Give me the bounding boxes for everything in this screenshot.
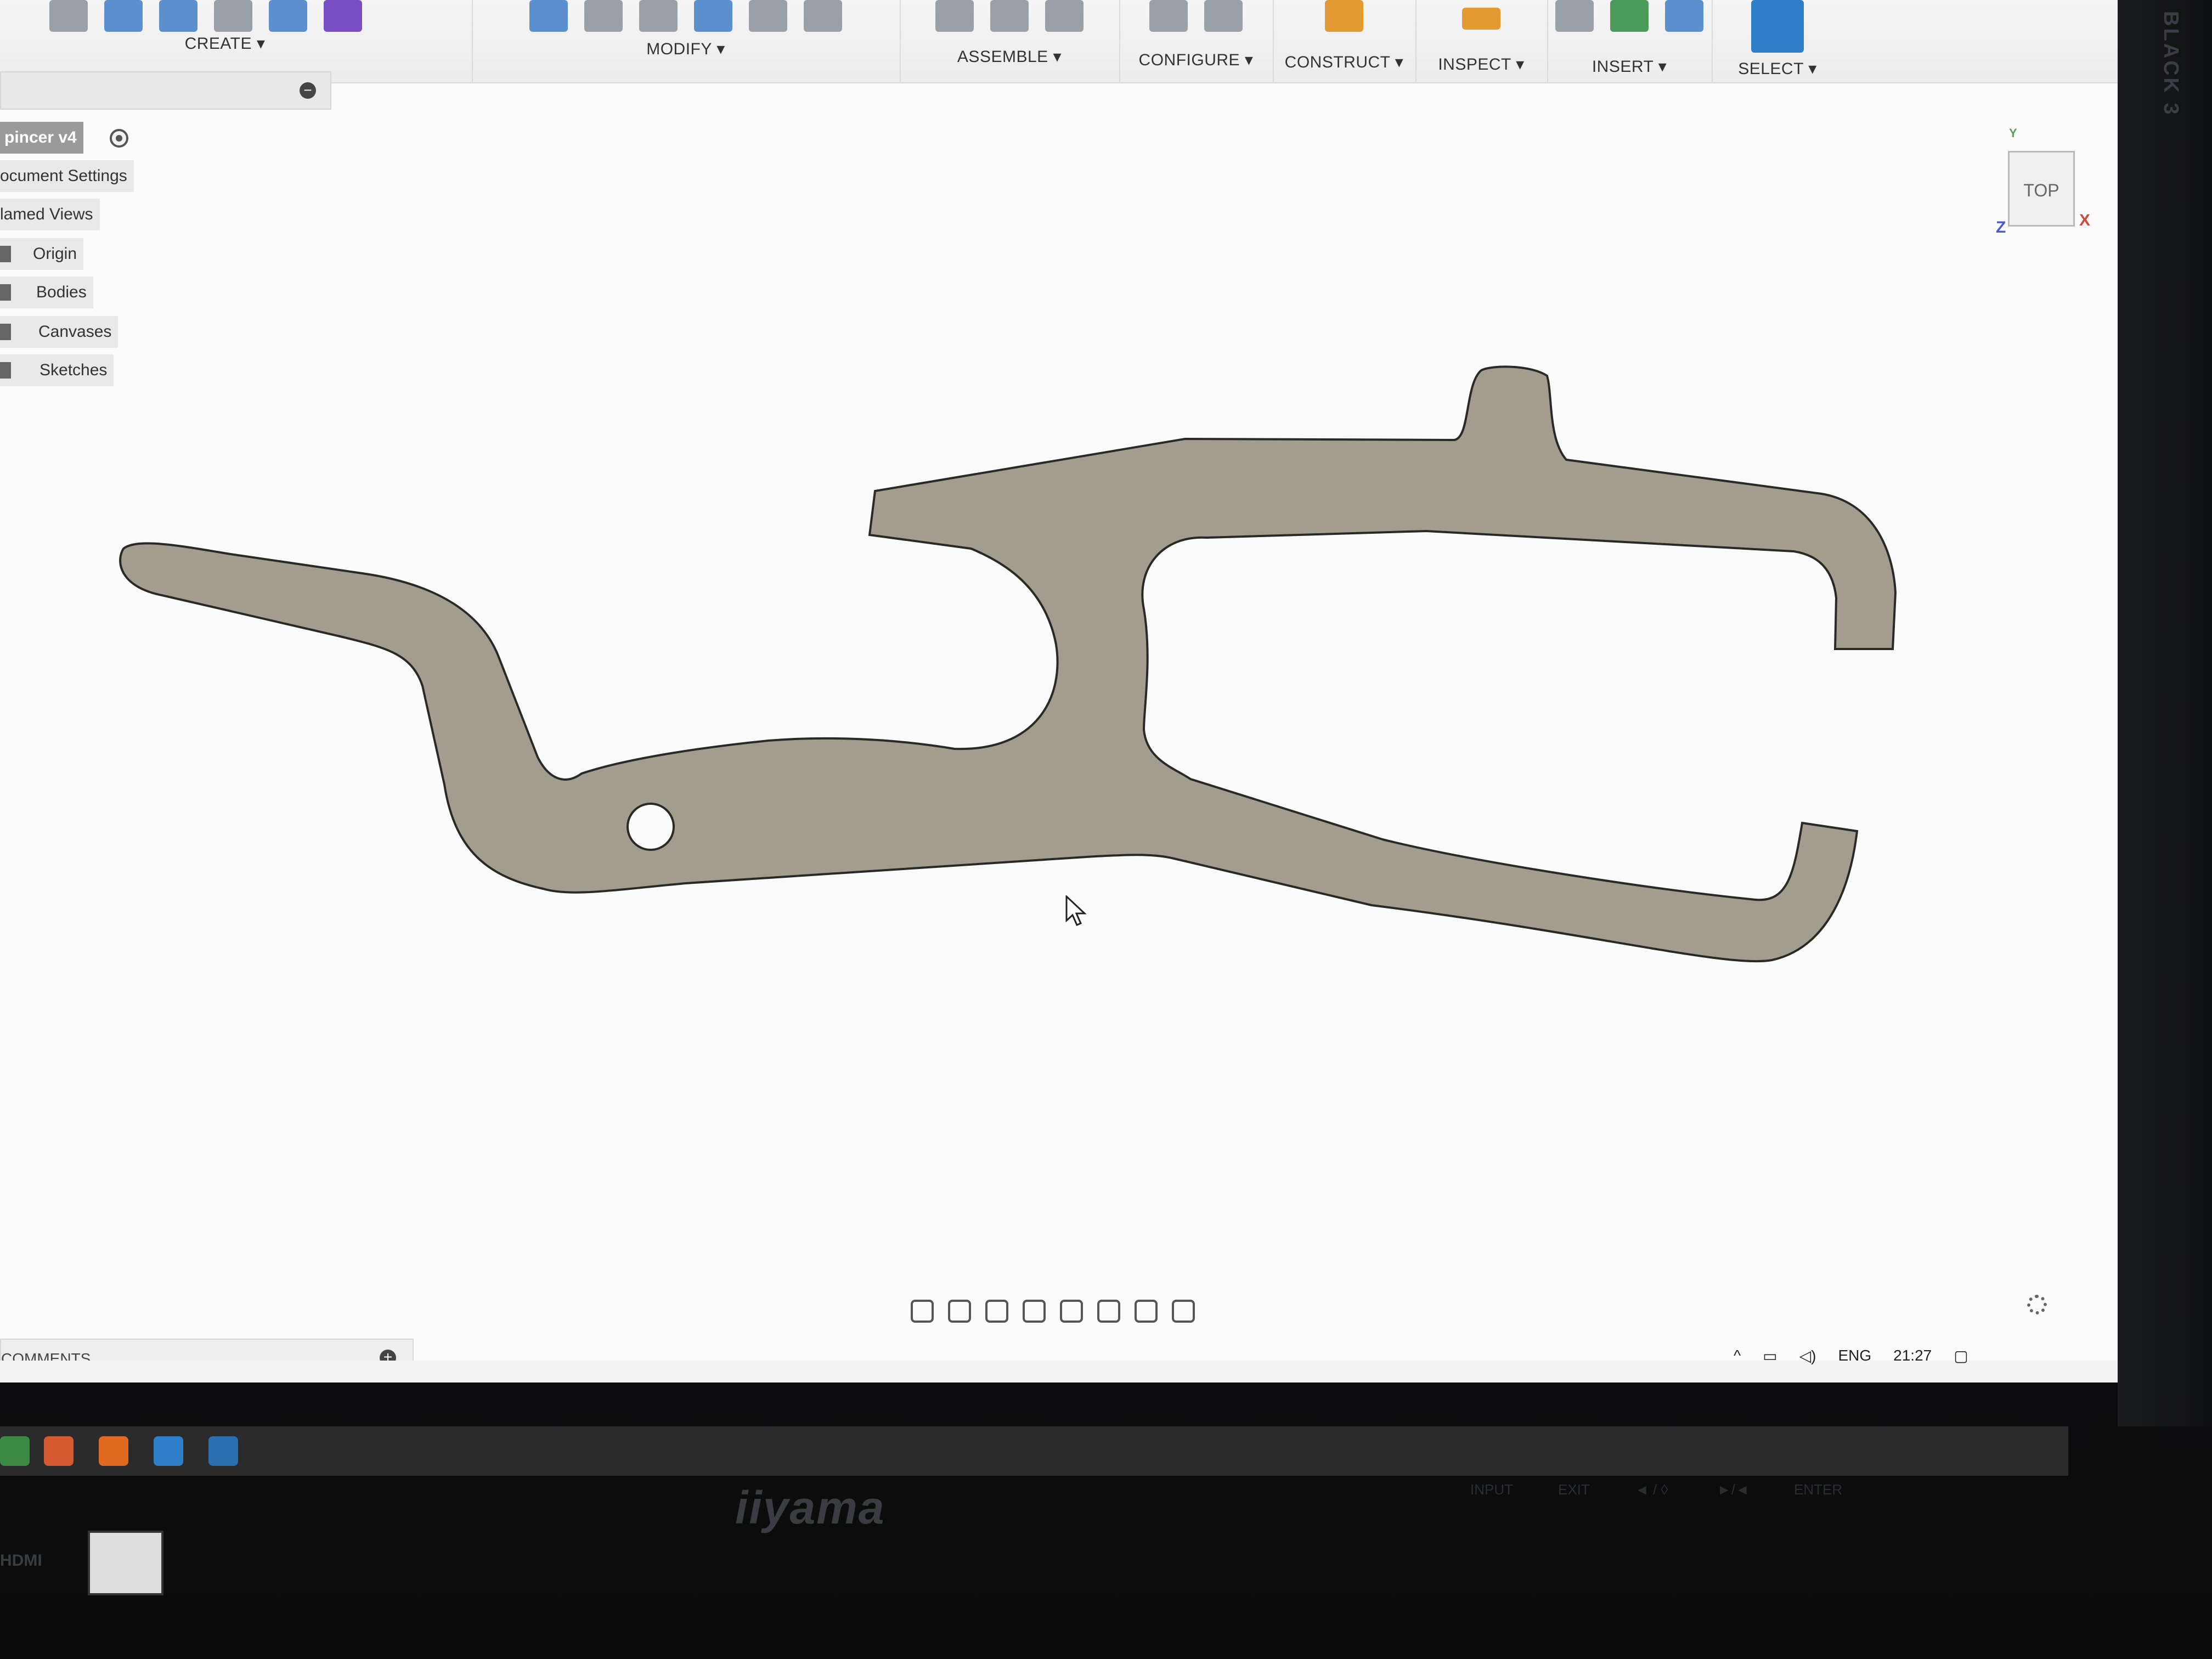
qr-code-sticker	[88, 1531, 163, 1595]
notifications-icon[interactable]: ▢	[1954, 1347, 1968, 1365]
gear-icon[interactable]	[2027, 1295, 2047, 1314]
look-at-icon[interactable]	[948, 1300, 971, 1323]
pincer-body[interactable]	[119, 365, 1897, 963]
monitor-button-up[interactable]: ►/◄	[1717, 1481, 1750, 1498]
orbit-icon[interactable]	[911, 1300, 934, 1323]
clock[interactable]: 21:27	[1893, 1347, 1932, 1365]
chevron-up-icon[interactable]: ^	[1734, 1347, 1741, 1365]
outlook-icon[interactable]	[208, 1436, 238, 1466]
display-settings-icon[interactable]	[1097, 1300, 1120, 1323]
app-icon[interactable]	[44, 1436, 74, 1466]
network-icon[interactable]: ▭	[1763, 1347, 1777, 1365]
monitor-button-enter[interactable]: ENTER	[1794, 1481, 1842, 1498]
monitor-button-input[interactable]: INPUT	[1470, 1481, 1513, 1498]
system-tray: ^ ▭ ◁) ENG 21:27 ▢	[1734, 1347, 1968, 1365]
monitor-brand-logo: iiyama	[735, 1482, 885, 1533]
navigation-bar	[911, 1289, 1240, 1333]
grid-icon[interactable]	[1135, 1300, 1158, 1323]
pan-icon[interactable]	[985, 1300, 1008, 1323]
fusion-icon[interactable]	[99, 1436, 128, 1466]
zoom-icon[interactable]	[1023, 1300, 1046, 1323]
speaker-icon[interactable]: ◁)	[1799, 1347, 1816, 1365]
app-icon[interactable]	[154, 1436, 183, 1466]
chrome-icon[interactable]	[0, 1436, 30, 1466]
taskbar	[0, 1426, 2068, 1476]
mouse-cursor-icon	[1065, 895, 1087, 926]
monitor-button-down[interactable]: ◄ / ◊	[1635, 1481, 1668, 1498]
monitor-button-exit[interactable]: EXIT	[1558, 1481, 1590, 1498]
language-indicator[interactable]: ENG	[1838, 1347, 1871, 1365]
bezel-label: BLACK 3	[2159, 11, 2182, 117]
screen: CREATE ▾ MODIFY ▾ ASSEMBLE ▾ CONFIGURE ▾…	[0, 0, 2118, 1383]
fit-icon[interactable]	[1060, 1300, 1083, 1323]
hdmi-label: HDMI	[0, 1551, 42, 1570]
viewports-icon[interactable]	[1172, 1300, 1195, 1323]
pincer-part[interactable]	[0, 0, 2118, 1317]
monitor-bezel	[2118, 0, 2212, 1426]
